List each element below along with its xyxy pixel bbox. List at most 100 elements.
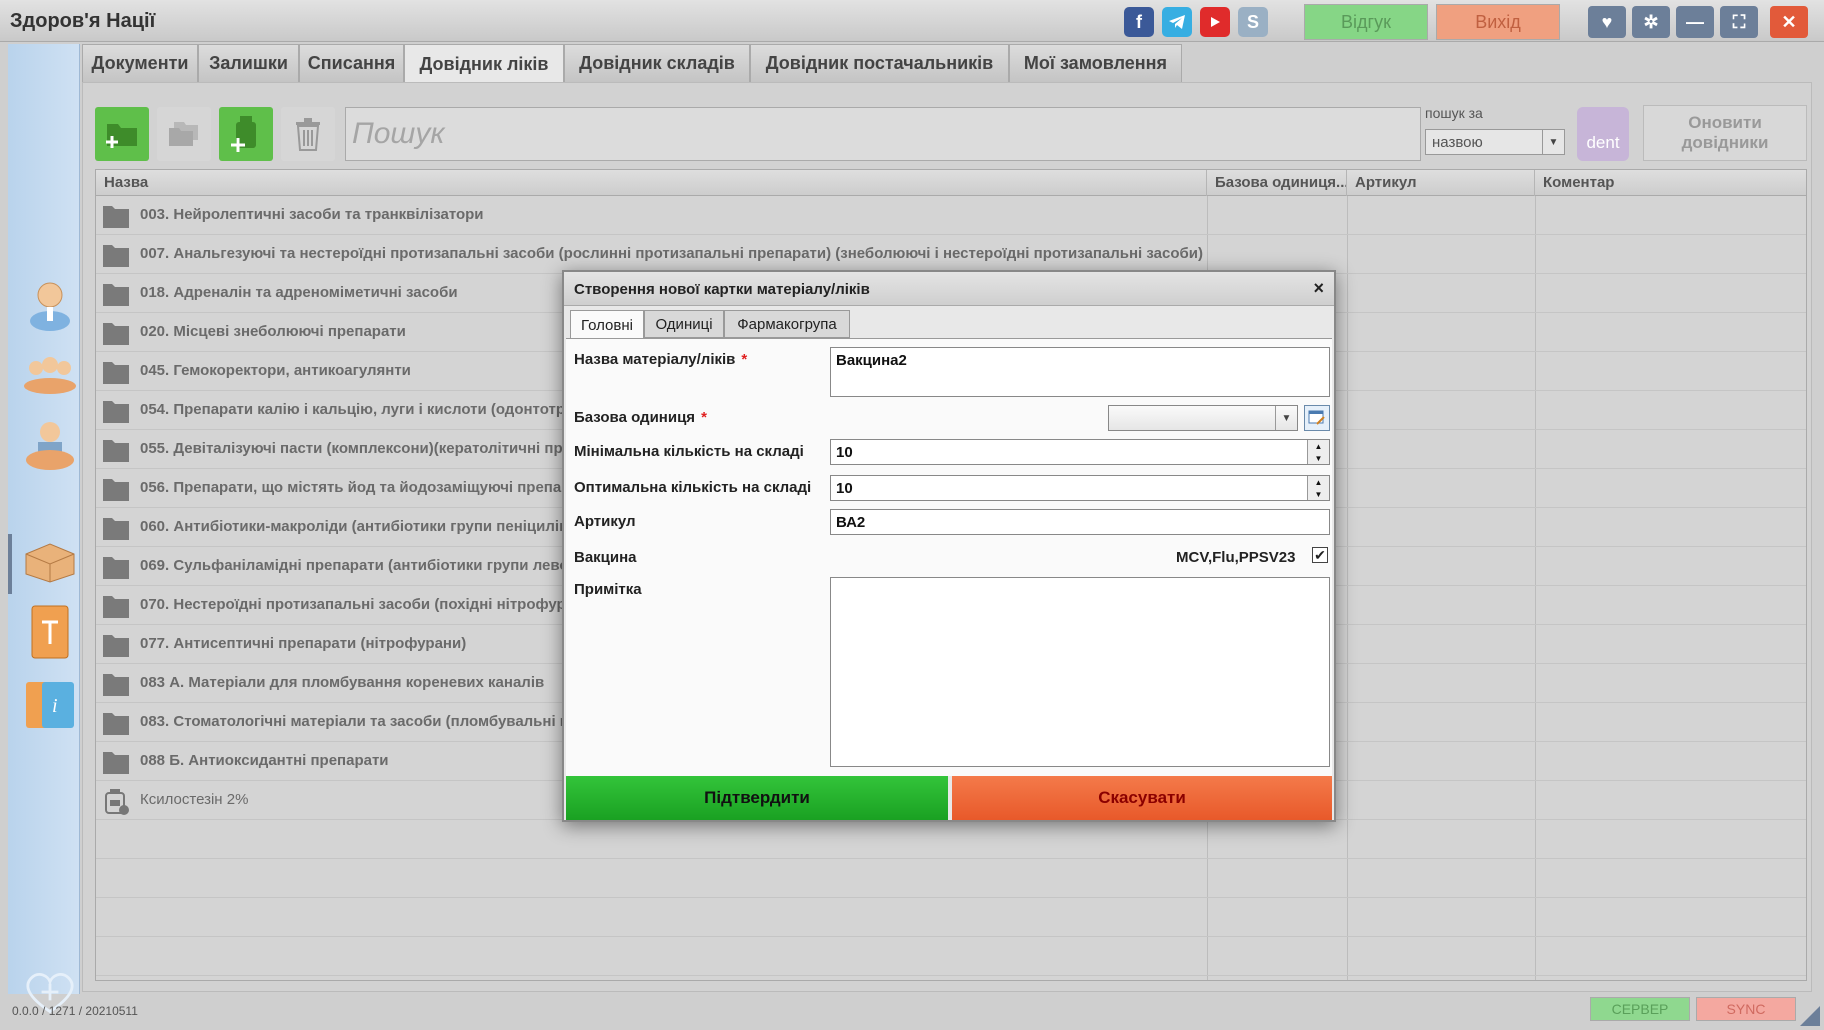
tab-writeoff[interactable]: Списання [299, 44, 404, 82]
search-input[interactable]: Пошук [345, 107, 1421, 161]
min-qty-label: Мінімальна кількість на складі [574, 443, 804, 460]
maximize-icon[interactable]: ⛶ [1720, 6, 1758, 38]
search-by-label: пошук за [1425, 105, 1483, 121]
spinner-arrows-icon[interactable]: ▲ ▼ [1307, 440, 1329, 464]
required-mark: * [701, 409, 707, 426]
base-unit-select[interactable]: ▼ [1108, 405, 1298, 431]
chevron-down-icon: ▼ [1275, 406, 1297, 430]
folder-icon [102, 242, 130, 268]
column-header-base-unit[interactable]: Базова одиниця... [1207, 170, 1347, 196]
close-icon[interactable]: ✕ [1770, 6, 1808, 38]
dialog-tab-units[interactable]: Одиниці [644, 310, 724, 338]
folder-icon [102, 203, 130, 229]
delete-button[interactable] [281, 107, 335, 161]
folder-icon [102, 515, 130, 541]
main-tabs: Документи Залишки Списання Довідник лікі… [82, 44, 1812, 84]
folder-icon [102, 632, 130, 658]
table-row[interactable]: 007. Анальгезуючі та нестероїдні протиза… [96, 235, 1806, 274]
folder-icon [102, 749, 130, 775]
folder-icon [102, 281, 130, 307]
dialog-close-icon[interactable]: × [1313, 278, 1324, 299]
tab-medicine-directory[interactable]: Довідник ліків [404, 44, 564, 84]
resize-grip-icon[interactable] [1798, 1002, 1820, 1026]
settings-gear-icon[interactable]: ✲ [1632, 6, 1670, 38]
add-folder-icon [106, 124, 137, 148]
opt-qty-stepper[interactable]: 10 ▲ ▼ [830, 475, 1330, 501]
minimize-icon[interactable]: — [1676, 6, 1714, 38]
copy-folder-button[interactable] [157, 107, 211, 161]
tab-my-orders[interactable]: Мої замовлення [1009, 44, 1182, 82]
sidebar-handbook-icon[interactable] [22, 604, 78, 660]
dialog-tab-main[interactable]: Головні [570, 310, 644, 340]
feedback-button[interactable]: Відгук [1304, 4, 1428, 40]
server-status-button[interactable]: СЕРВЕР [1590, 997, 1690, 1021]
article-label: Артикул [574, 513, 636, 530]
dialog-tab-pharmgroup[interactable]: Фармакогрупа [724, 310, 850, 338]
youtube-icon[interactable] [1200, 7, 1230, 37]
min-qty-stepper[interactable]: 10 ▲ ▼ [830, 439, 1330, 465]
folder-icon [102, 671, 130, 697]
name-field[interactable]: Вакцина2 [830, 347, 1330, 397]
add-medicine-button[interactable] [219, 107, 273, 161]
folder-icon [102, 320, 130, 346]
empty-table-row [96, 937, 1806, 976]
favorite-heart-icon[interactable]: ♥ [1588, 6, 1626, 38]
search-by-select[interactable]: назвою ▼ [1425, 129, 1565, 155]
sidebar-doctor-icon[interactable] [22, 276, 78, 332]
dialog-title: Створення нової картки матеріалу/ліків [564, 272, 1334, 306]
sidebar-group-icon[interactable] [22, 346, 78, 402]
tab-warehouse-directory[interactable]: Довідник складів [564, 44, 750, 82]
empty-table-row [96, 859, 1806, 898]
empty-table-row [96, 898, 1806, 937]
column-header-article[interactable]: Артикул [1347, 170, 1535, 196]
edit-units-button[interactable] [1304, 405, 1330, 431]
folder-icon [102, 710, 130, 736]
refresh-directories-button[interactable]: Оновити довідники [1643, 105, 1807, 161]
sidebar-info-icon[interactable]: i [22, 676, 78, 732]
add-folder-button[interactable] [95, 107, 149, 161]
telegram-icon[interactable] [1162, 7, 1192, 37]
edit-list-icon [1308, 410, 1325, 425]
version-label: 0.0.0 / 1271 / 20210511 [12, 1004, 138, 1018]
tab-supplier-directory[interactable]: Довідник постачальників [750, 44, 1009, 82]
vaccine-checkbox[interactable]: ✔ [1312, 547, 1328, 563]
base-unit-label: Базова одиниця * [574, 409, 707, 426]
sidebar-active-indicator [8, 534, 12, 594]
note-textarea[interactable] [830, 577, 1330, 767]
row-name: 060. Антибіотики-макроліди (антибіотики … [140, 518, 577, 535]
opt-qty-label: Оптимальна кількість на складі [574, 479, 812, 496]
facebook-icon[interactable]: f [1124, 7, 1154, 37]
row-name: 069. Сульфаніламідні препарати (антибіот… [140, 557, 580, 574]
row-name: Ксилостезін 2% [140, 791, 249, 808]
row-name: 083 А. Матеріали для пломбування коренев… [140, 674, 545, 691]
row-name: 070. Нестероїдні протизапальні засоби (п… [140, 596, 575, 613]
sync-status-button[interactable]: SYNC [1696, 997, 1796, 1021]
column-header-comment[interactable]: Коментар [1535, 170, 1806, 196]
tab-stock[interactable]: Залишки [198, 44, 299, 82]
tab-documents[interactable]: Документи [82, 44, 198, 82]
new-medicine-card-dialog: Створення нової картки матеріалу/ліків ×… [562, 270, 1336, 822]
column-header-name[interactable]: Назва [96, 170, 1207, 196]
dent-logo[interactable]: dent [1577, 107, 1629, 161]
article-field[interactable]: ВА2 [830, 509, 1330, 535]
folder-icon [102, 359, 130, 385]
folder-icon [102, 398, 130, 424]
sidebar: i [8, 44, 80, 1014]
search-by-value: назвою [1432, 133, 1483, 151]
exit-button[interactable]: Вихід [1436, 4, 1560, 40]
sidebar-warehouse-icon[interactable] [22, 534, 78, 590]
vaccine-types: MCV,Flu,PPSV23 [1176, 549, 1296, 566]
confirm-button[interactable]: Підтвердити [566, 776, 950, 820]
spinner-arrows-icon[interactable]: ▲ ▼ [1307, 476, 1329, 500]
folder-icon [102, 554, 130, 580]
app-link-icon[interactable]: S [1238, 7, 1268, 37]
sidebar-admin-icon[interactable] [22, 416, 78, 472]
chevron-down-icon: ▼ [1542, 130, 1564, 154]
folder-icon [102, 476, 130, 502]
vaccine-label: Вакцина [574, 549, 637, 566]
required-mark: * [741, 351, 748, 368]
row-name: 077. Антисептичні препарати (нітрофурани… [140, 635, 467, 652]
cancel-button[interactable]: Скасувати [952, 776, 1332, 820]
table-row[interactable]: 003. Нейролептичні засоби та транквіліза… [96, 196, 1806, 235]
dialog-body: Назва матеріалу/ліків * Вакцина2 Базова о… [566, 338, 1332, 776]
